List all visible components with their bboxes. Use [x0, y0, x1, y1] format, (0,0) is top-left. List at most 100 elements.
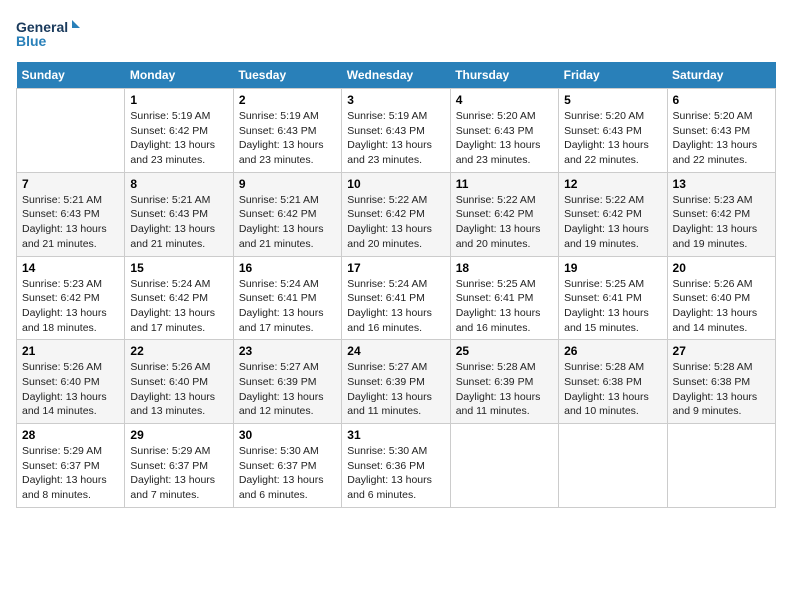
calendar-cell: 21 Sunrise: 5:26 AM Sunset: 6:40 PM Dayli… — [17, 340, 125, 424]
calendar-cell: 24 Sunrise: 5:27 AM Sunset: 6:39 PM Dayli… — [342, 340, 450, 424]
day-number: 5 — [564, 93, 661, 107]
calendar-cell: 14 Sunrise: 5:23 AM Sunset: 6:42 PM Dayli… — [17, 256, 125, 340]
calendar-cell: 18 Sunrise: 5:25 AM Sunset: 6:41 PM Dayli… — [450, 256, 558, 340]
header-thursday: Thursday — [450, 62, 558, 89]
day-number: 28 — [22, 428, 119, 442]
cell-content: Sunrise: 5:23 AM Sunset: 6:42 PM Dayligh… — [22, 277, 119, 336]
day-number: 18 — [456, 261, 553, 275]
cell-content: Sunrise: 5:25 AM Sunset: 6:41 PM Dayligh… — [456, 277, 553, 336]
day-number: 30 — [239, 428, 336, 442]
calendar-cell: 5 Sunrise: 5:20 AM Sunset: 6:43 PM Daylig… — [559, 89, 667, 173]
calendar-cell: 15Sunrise: 5:24 AM Sunset: 6:42 PM Dayli… — [125, 256, 233, 340]
calendar-cell: 26 Sunrise: 5:28 AM Sunset: 6:38 PM Dayli… — [559, 340, 667, 424]
header-friday: Friday — [559, 62, 667, 89]
day-number: 4 — [456, 93, 553, 107]
calendar-cell: 19Sunrise: 5:25 AM Sunset: 6:41 PM Dayli… — [559, 256, 667, 340]
calendar-cell: 1 Sunrise: 5:19 AM Sunset: 6:42 PM Daylig… — [125, 89, 233, 173]
week-row-1: 7 Sunrise: 5:21 AM Sunset: 6:43 PM Daylig… — [17, 172, 776, 256]
cell-content: Sunrise: 5:26 AM Sunset: 6:40 PM Dayligh… — [22, 360, 119, 419]
cell-content: Sunrise: 5:24 AM Sunset: 6:41 PM Dayligh… — [239, 277, 336, 336]
calendar-cell: 2 Sunrise: 5:19 AM Sunset: 6:43 PM Daylig… — [233, 89, 341, 173]
logo-icon: GeneralBlue — [16, 16, 96, 52]
calendar-cell: 31Sunrise: 5:30 AM Sunset: 6:36 PM Dayli… — [342, 424, 450, 508]
header-sunday: Sunday — [17, 62, 125, 89]
week-row-0: 1 Sunrise: 5:19 AM Sunset: 6:42 PM Daylig… — [17, 89, 776, 173]
calendar-cell: 23 Sunrise: 5:27 AM Sunset: 6:39 PM Dayli… — [233, 340, 341, 424]
page-header: GeneralBlue — [16, 16, 776, 52]
calendar-cell: 25 Sunrise: 5:28 AM Sunset: 6:39 PM Dayli… — [450, 340, 558, 424]
calendar-cell: 30 Sunrise: 5:30 AM Sunset: 6:37 PM Dayli… — [233, 424, 341, 508]
cell-content: Sunrise: 5:19 AM Sunset: 6:43 PM Dayligh… — [239, 109, 336, 168]
cell-content: Sunrise: 5:21 AM Sunset: 6:43 PM Dayligh… — [130, 193, 227, 252]
day-number: 25 — [456, 344, 553, 358]
calendar-cell — [17, 89, 125, 173]
day-number: 23 — [239, 344, 336, 358]
cell-content: Sunrise: 5:24 AM Sunset: 6:41 PM Dayligh… — [347, 277, 444, 336]
header-row: SundayMondayTuesdayWednesdayThursdayFrid… — [17, 62, 776, 89]
day-number: 3 — [347, 93, 444, 107]
day-number: 9 — [239, 177, 336, 191]
header-tuesday: Tuesday — [233, 62, 341, 89]
cell-content: Sunrise: 5:22 AM Sunset: 6:42 PM Dayligh… — [347, 193, 444, 252]
calendar-cell — [450, 424, 558, 508]
day-number: 10 — [347, 177, 444, 191]
day-number: 24 — [347, 344, 444, 358]
cell-content: Sunrise: 5:28 AM Sunset: 6:38 PM Dayligh… — [673, 360, 770, 419]
day-number: 14 — [22, 261, 119, 275]
calendar-cell: 17 Sunrise: 5:24 AM Sunset: 6:41 PM Dayli… — [342, 256, 450, 340]
day-number: 13 — [673, 177, 770, 191]
day-number: 6 — [673, 93, 770, 107]
day-number: 1 — [130, 93, 227, 107]
header-monday: Monday — [125, 62, 233, 89]
day-number: 15 — [130, 261, 227, 275]
day-number: 11 — [456, 177, 553, 191]
calendar-cell: 7 Sunrise: 5:21 AM Sunset: 6:43 PM Daylig… — [17, 172, 125, 256]
cell-content: Sunrise: 5:30 AM Sunset: 6:37 PM Dayligh… — [239, 444, 336, 503]
week-row-2: 14 Sunrise: 5:23 AM Sunset: 6:42 PM Dayli… — [17, 256, 776, 340]
calendar-cell: 16 Sunrise: 5:24 AM Sunset: 6:41 PM Dayli… — [233, 256, 341, 340]
day-number: 19 — [564, 261, 661, 275]
cell-content: Sunrise: 5:28 AM Sunset: 6:38 PM Dayligh… — [564, 360, 661, 419]
day-number: 8 — [130, 177, 227, 191]
day-number: 29 — [130, 428, 227, 442]
calendar-cell: 22 Sunrise: 5:26 AM Sunset: 6:40 PM Dayli… — [125, 340, 233, 424]
day-number: 12 — [564, 177, 661, 191]
cell-content: Sunrise: 5:21 AM Sunset: 6:42 PM Dayligh… — [239, 193, 336, 252]
day-number: 27 — [673, 344, 770, 358]
day-number: 7 — [22, 177, 119, 191]
cell-content: Sunrise: 5:30 AM Sunset: 6:36 PM Dayligh… — [347, 444, 444, 503]
day-number: 17 — [347, 261, 444, 275]
header-saturday: Saturday — [667, 62, 775, 89]
day-number: 16 — [239, 261, 336, 275]
cell-content: Sunrise: 5:19 AM Sunset: 6:43 PM Dayligh… — [347, 109, 444, 168]
calendar-cell: 11Sunrise: 5:22 AM Sunset: 6:42 PM Dayli… — [450, 172, 558, 256]
calendar-cell: 4 Sunrise: 5:20 AM Sunset: 6:43 PM Daylig… — [450, 89, 558, 173]
cell-content: Sunrise: 5:29 AM Sunset: 6:37 PM Dayligh… — [22, 444, 119, 503]
week-row-4: 28 Sunrise: 5:29 AM Sunset: 6:37 PM Dayli… — [17, 424, 776, 508]
day-number: 20 — [673, 261, 770, 275]
cell-content: Sunrise: 5:19 AM Sunset: 6:42 PM Dayligh… — [130, 109, 227, 168]
day-number: 2 — [239, 93, 336, 107]
cell-content: Sunrise: 5:27 AM Sunset: 6:39 PM Dayligh… — [347, 360, 444, 419]
cell-content: Sunrise: 5:28 AM Sunset: 6:39 PM Dayligh… — [456, 360, 553, 419]
day-number: 21 — [22, 344, 119, 358]
calendar-cell: 3 Sunrise: 5:19 AM Sunset: 6:43 PM Daylig… — [342, 89, 450, 173]
cell-content: Sunrise: 5:20 AM Sunset: 6:43 PM Dayligh… — [564, 109, 661, 168]
calendar-cell: 10 Sunrise: 5:22 AM Sunset: 6:42 PM Dayli… — [342, 172, 450, 256]
calendar-cell: 6Sunrise: 5:20 AM Sunset: 6:43 PM Daylig… — [667, 89, 775, 173]
header-wednesday: Wednesday — [342, 62, 450, 89]
day-number: 26 — [564, 344, 661, 358]
cell-content: Sunrise: 5:29 AM Sunset: 6:37 PM Dayligh… — [130, 444, 227, 503]
logo: GeneralBlue — [16, 16, 96, 52]
day-number: 22 — [130, 344, 227, 358]
cell-content: Sunrise: 5:27 AM Sunset: 6:39 PM Dayligh… — [239, 360, 336, 419]
cell-content: Sunrise: 5:26 AM Sunset: 6:40 PM Dayligh… — [130, 360, 227, 419]
cell-content: Sunrise: 5:20 AM Sunset: 6:43 PM Dayligh… — [456, 109, 553, 168]
calendar-cell: 29 Sunrise: 5:29 AM Sunset: 6:37 PM Dayli… — [125, 424, 233, 508]
calendar-cell — [667, 424, 775, 508]
cell-content: Sunrise: 5:21 AM Sunset: 6:43 PM Dayligh… — [22, 193, 119, 252]
calendar-table: SundayMondayTuesdayWednesdayThursdayFrid… — [16, 62, 776, 508]
calendar-cell — [559, 424, 667, 508]
svg-text:Blue: Blue — [16, 33, 47, 49]
cell-content: Sunrise: 5:23 AM Sunset: 6:42 PM Dayligh… — [673, 193, 770, 252]
